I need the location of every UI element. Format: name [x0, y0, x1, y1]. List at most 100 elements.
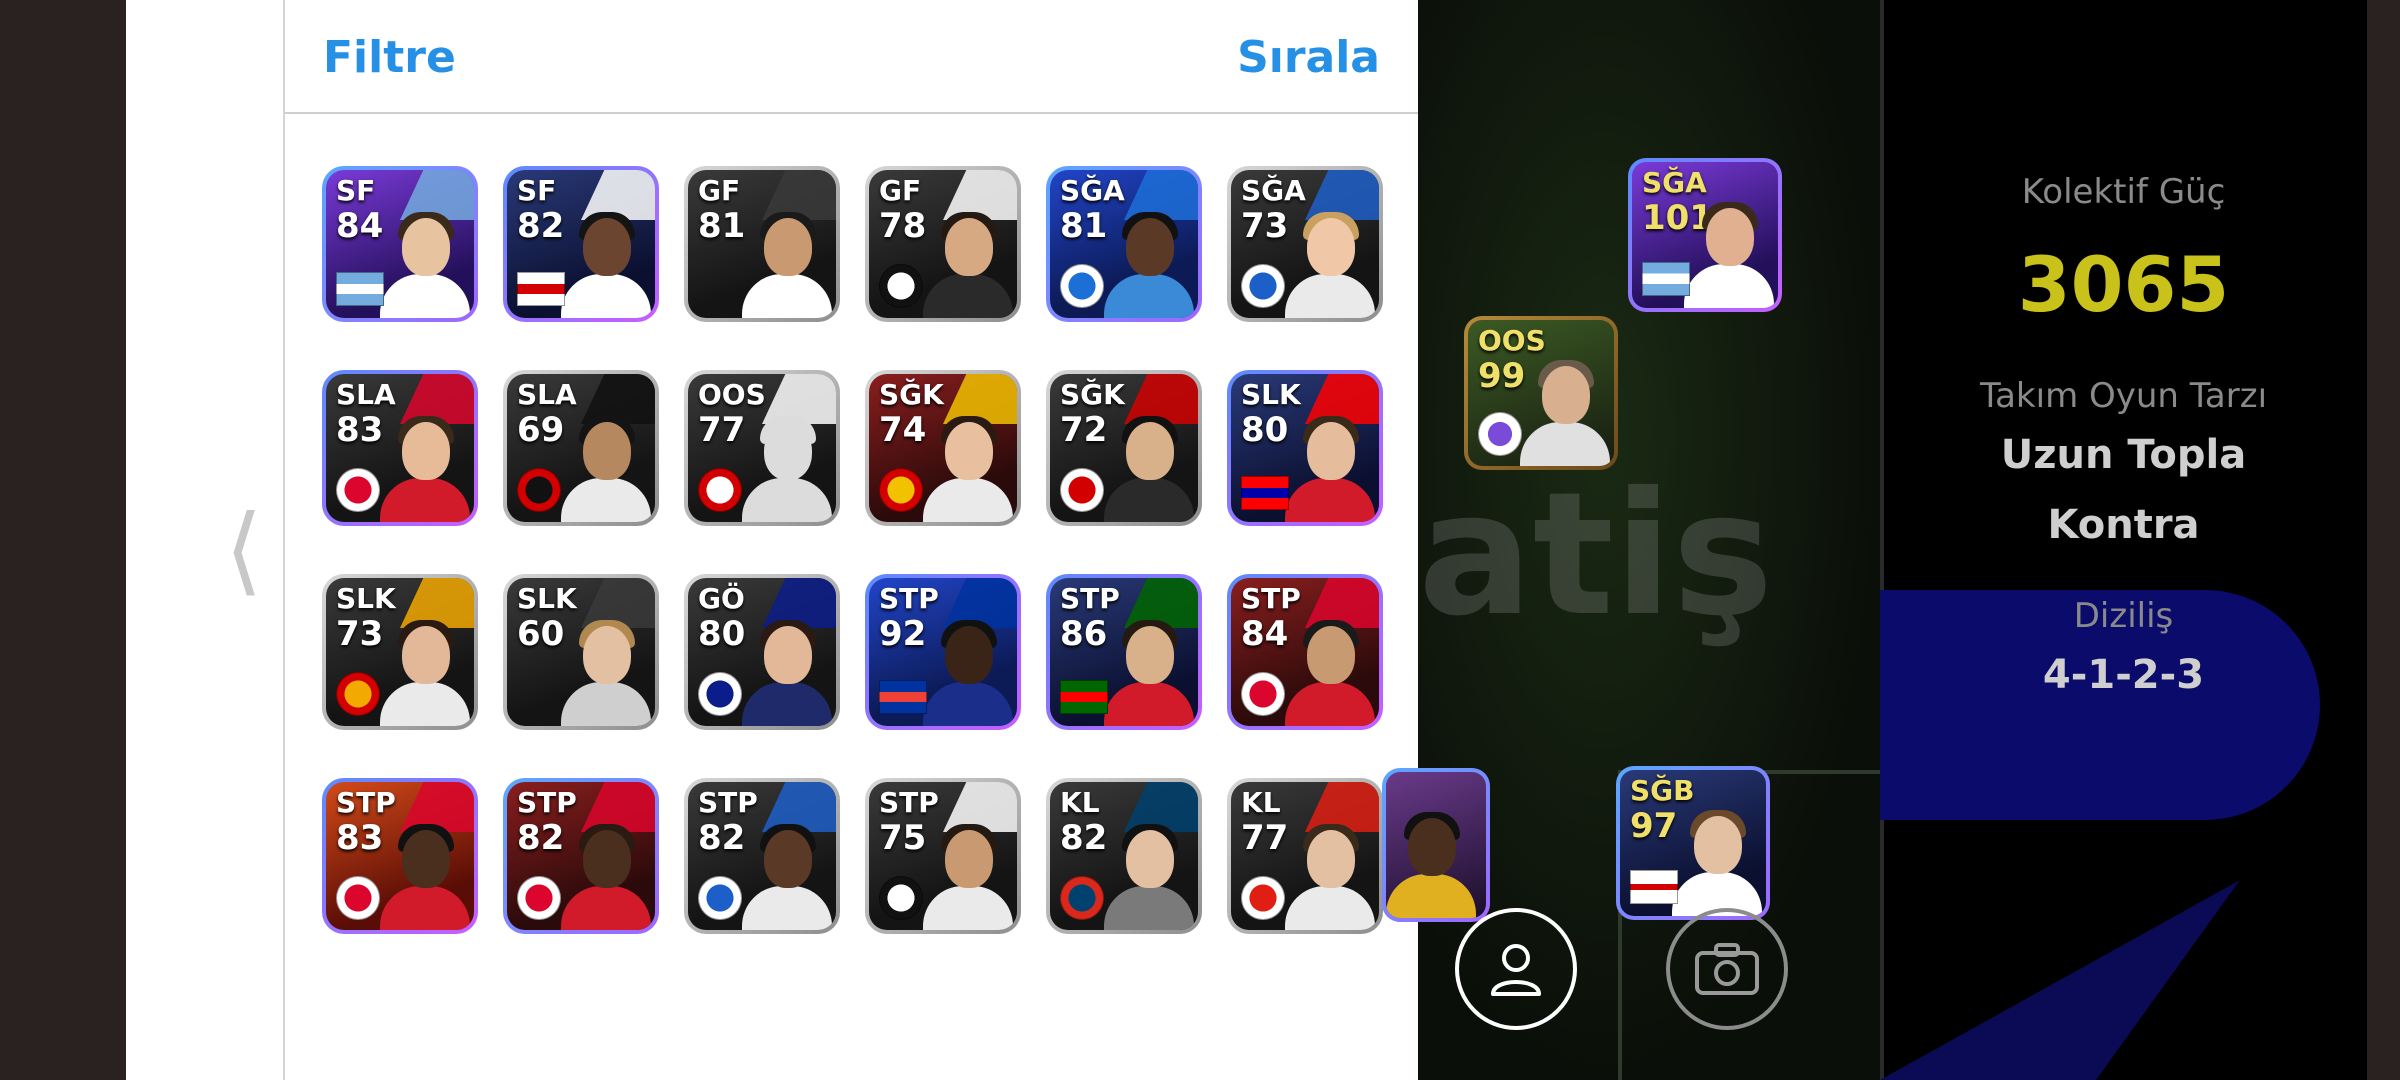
chevron-left-icon[interactable]: ⟨ [225, 500, 271, 600]
player-card[interactable]: STP 82 [684, 778, 840, 934]
club-crest-icon [336, 672, 380, 716]
player-portrait [380, 412, 470, 522]
inter-crest-icon [698, 672, 742, 716]
besiktas-crest-icon [879, 876, 923, 920]
player-rating: 80 [698, 614, 746, 654]
player-card[interactable]: SĞK 74 [865, 370, 1021, 526]
pitch-player-card[interactable] [1382, 768, 1490, 922]
player-card-art: SLK 60 [507, 578, 655, 726]
player-position: SLK [1241, 378, 1301, 411]
player-rating: 74 [879, 410, 927, 450]
pitch-player-card[interactable]: SĞA 101 [1628, 158, 1782, 312]
player-card[interactable]: KL 77 [1227, 778, 1383, 934]
play-style-value: Kontra [2047, 502, 2200, 548]
filter-button[interactable]: Filtre [323, 32, 456, 83]
player-rating: 72 [1060, 410, 1108, 450]
player-card[interactable]: SF 84 [322, 166, 478, 322]
bayern-crest-icon [1241, 672, 1285, 716]
player-rating: 84 [336, 206, 384, 246]
player-card[interactable]: KL 82 [1046, 778, 1202, 934]
player-rating: 75 [879, 818, 927, 858]
player-portrait [923, 208, 1013, 318]
right-gutter [2367, 0, 2400, 1080]
player-rating: 81 [1060, 206, 1108, 246]
player-portrait [1520, 356, 1610, 466]
player-rating: 77 [1241, 818, 1289, 858]
player-card[interactable]: SLK 73 [322, 574, 478, 730]
player-card-art: STP 92 [869, 578, 1017, 726]
player-card[interactable]: SLA 69 [503, 370, 659, 526]
player-rating: 82 [1060, 818, 1108, 858]
player-card[interactable]: OOS 77 [684, 370, 840, 526]
player-card-art: STP 82 [507, 782, 655, 930]
player-portrait [742, 412, 832, 522]
player-card[interactable]: STP 83 [322, 778, 478, 934]
sort-button[interactable]: Sırala [1237, 32, 1380, 83]
player-position: SĞB [1630, 774, 1695, 807]
player-card[interactable]: SLK 80 [1227, 370, 1383, 526]
player-card[interactable]: STP 75 [865, 778, 1021, 934]
player-card[interactable]: STP 82 [503, 778, 659, 934]
pitch-player-card[interactable]: SĞB 97 [1616, 766, 1770, 920]
play-style-label: Takım Oyun Tarzı [1979, 376, 2268, 416]
player-card[interactable]: SĞA 81 [1046, 166, 1202, 322]
flag-france-icon [879, 680, 927, 714]
player-position: GF [698, 174, 741, 207]
player-card[interactable]: STP 86 [1046, 574, 1202, 730]
player-portrait [1104, 820, 1194, 930]
watermark-text: atiş [1418, 456, 1774, 654]
player-position: STP [879, 786, 939, 819]
player-portrait [1104, 412, 1194, 522]
formation-label: Diziliş [2073, 596, 2174, 636]
player-card[interactable]: SLA 83 [322, 370, 478, 526]
formation-value: 4-1-2-3 [2042, 652, 2205, 698]
player-position: STP [698, 786, 758, 819]
player-rating: 84 [1241, 614, 1289, 654]
player-portrait [380, 616, 470, 726]
player-portrait [923, 616, 1013, 726]
player-portrait [1285, 208, 1375, 318]
flag-argentina-icon [1642, 262, 1690, 296]
player-rating: 82 [517, 206, 565, 246]
player-rating: 86 [1060, 614, 1108, 654]
player-card-art: SLK 80 [1231, 374, 1379, 522]
club-crest-icon [698, 876, 742, 920]
player-card[interactable]: SĞK 72 [1046, 370, 1202, 526]
player-rating: 82 [517, 818, 565, 858]
player-card[interactable]: SĞA 73 [1227, 166, 1383, 322]
player-position: SĞA [1060, 174, 1125, 207]
player-card-art: SĞK 72 [1050, 374, 1198, 522]
player-portrait [1684, 198, 1774, 308]
club-crest-icon [1060, 264, 1104, 308]
player-portrait [1285, 820, 1375, 930]
player-card-art: KL 82 [1050, 782, 1198, 930]
left-gutter [0, 0, 126, 1080]
player-rating: 83 [336, 818, 384, 858]
camera-button[interactable] [1666, 908, 1788, 1030]
player-position: STP [1060, 582, 1120, 615]
player-rating: 81 [698, 206, 746, 246]
player-portrait [380, 820, 470, 930]
player-position: OOS [698, 378, 766, 411]
player-card[interactable]: GF 78 [865, 166, 1021, 322]
player-card-art: SF 82 [507, 170, 655, 318]
flag-croatia-icon [1241, 476, 1289, 510]
player-position: STP [517, 786, 577, 819]
player-position: SLA [517, 378, 577, 411]
player-card[interactable]: STP 84 [1227, 574, 1383, 730]
bayern-crest-icon [517, 876, 561, 920]
player-card[interactable]: STP 92 [865, 574, 1021, 730]
player-portrait [380, 208, 470, 318]
profile-button[interactable] [1455, 908, 1577, 1030]
player-card-art: SF 84 [326, 170, 474, 318]
flag-england-icon [517, 272, 565, 306]
player-card[interactable]: SF 82 [503, 166, 659, 322]
pitch-player-card[interactable]: OOS 99 [1464, 316, 1618, 470]
player-card[interactable]: GÖ 80 [684, 574, 840, 730]
club-crest-icon [1478, 412, 1522, 456]
player-card[interactable]: GF 81 [684, 166, 840, 322]
player-portrait [561, 616, 651, 726]
player-portrait [1285, 616, 1375, 726]
player-card-art: SLK 73 [326, 578, 474, 726]
player-card[interactable]: SLK 60 [503, 574, 659, 730]
